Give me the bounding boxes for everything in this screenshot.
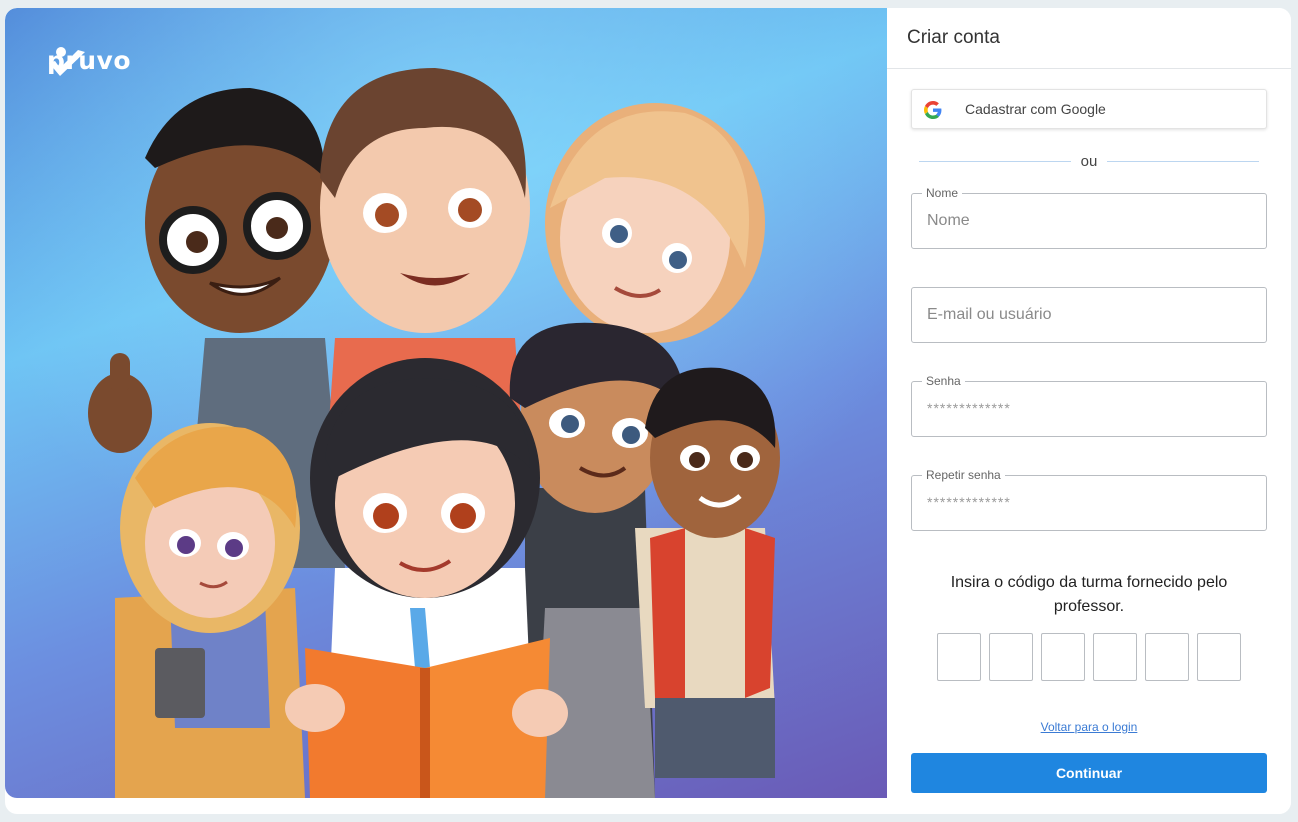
name-input[interactable] <box>912 194 1266 248</box>
page-frame: pruvo Criar conta Cadastrar com Google o… <box>5 8 1291 814</box>
class-code-digit-3[interactable] <box>1041 633 1085 681</box>
class-code-inputs <box>937 633 1241 681</box>
repeat-password-input[interactable] <box>912 476 1266 530</box>
class-code-instruction: Insira o código da turma fornecido pelo … <box>950 574 1228 615</box>
panel-header: Criar conta <box>887 8 1291 69</box>
google-icon <box>924 101 942 119</box>
password-input[interactable] <box>912 382 1266 436</box>
divider-line-right <box>1107 160 1259 162</box>
back-to-login-container: Voltar para o login <box>887 718 1291 736</box>
name-field: Nome <box>911 186 1267 249</box>
class-code-digit-1[interactable] <box>937 633 981 681</box>
email-input[interactable] <box>912 288 1266 342</box>
divider-text: ou <box>1080 152 1098 170</box>
name-field-label: Nome <box>922 186 963 200</box>
repeat-password-field-label: Repetir senha <box>922 468 1005 482</box>
or-divider: ou <box>919 152 1259 170</box>
repeat-password-field: Repetir senha <box>911 468 1267 531</box>
brand-logo: pruvo <box>47 46 131 76</box>
divider-line-left <box>919 160 1071 162</box>
back-to-login-link[interactable]: Voltar para o login <box>1041 720 1138 734</box>
google-signup-button[interactable]: Cadastrar com Google <box>911 89 1267 129</box>
password-field-label: Senha <box>922 374 965 388</box>
password-field: Senha <box>911 374 1267 437</box>
pruvo-check-icon <box>49 47 85 76</box>
page-title: Criar conta <box>907 27 1000 48</box>
email-field <box>911 287 1267 343</box>
class-code-digit-2[interactable] <box>989 633 1033 681</box>
class-code-digit-4[interactable] <box>1093 633 1137 681</box>
signup-panel: Criar conta Cadastrar com Google ou Nome <box>887 8 1291 814</box>
google-signup-label: Cadastrar com Google <box>965 101 1106 117</box>
continue-button[interactable]: Continuar <box>911 753 1267 793</box>
class-code-digit-6[interactable] <box>1197 633 1241 681</box>
hero-illustration: pruvo <box>5 8 887 798</box>
students-illustration <box>5 8 887 798</box>
class-code-digit-5[interactable] <box>1145 633 1189 681</box>
